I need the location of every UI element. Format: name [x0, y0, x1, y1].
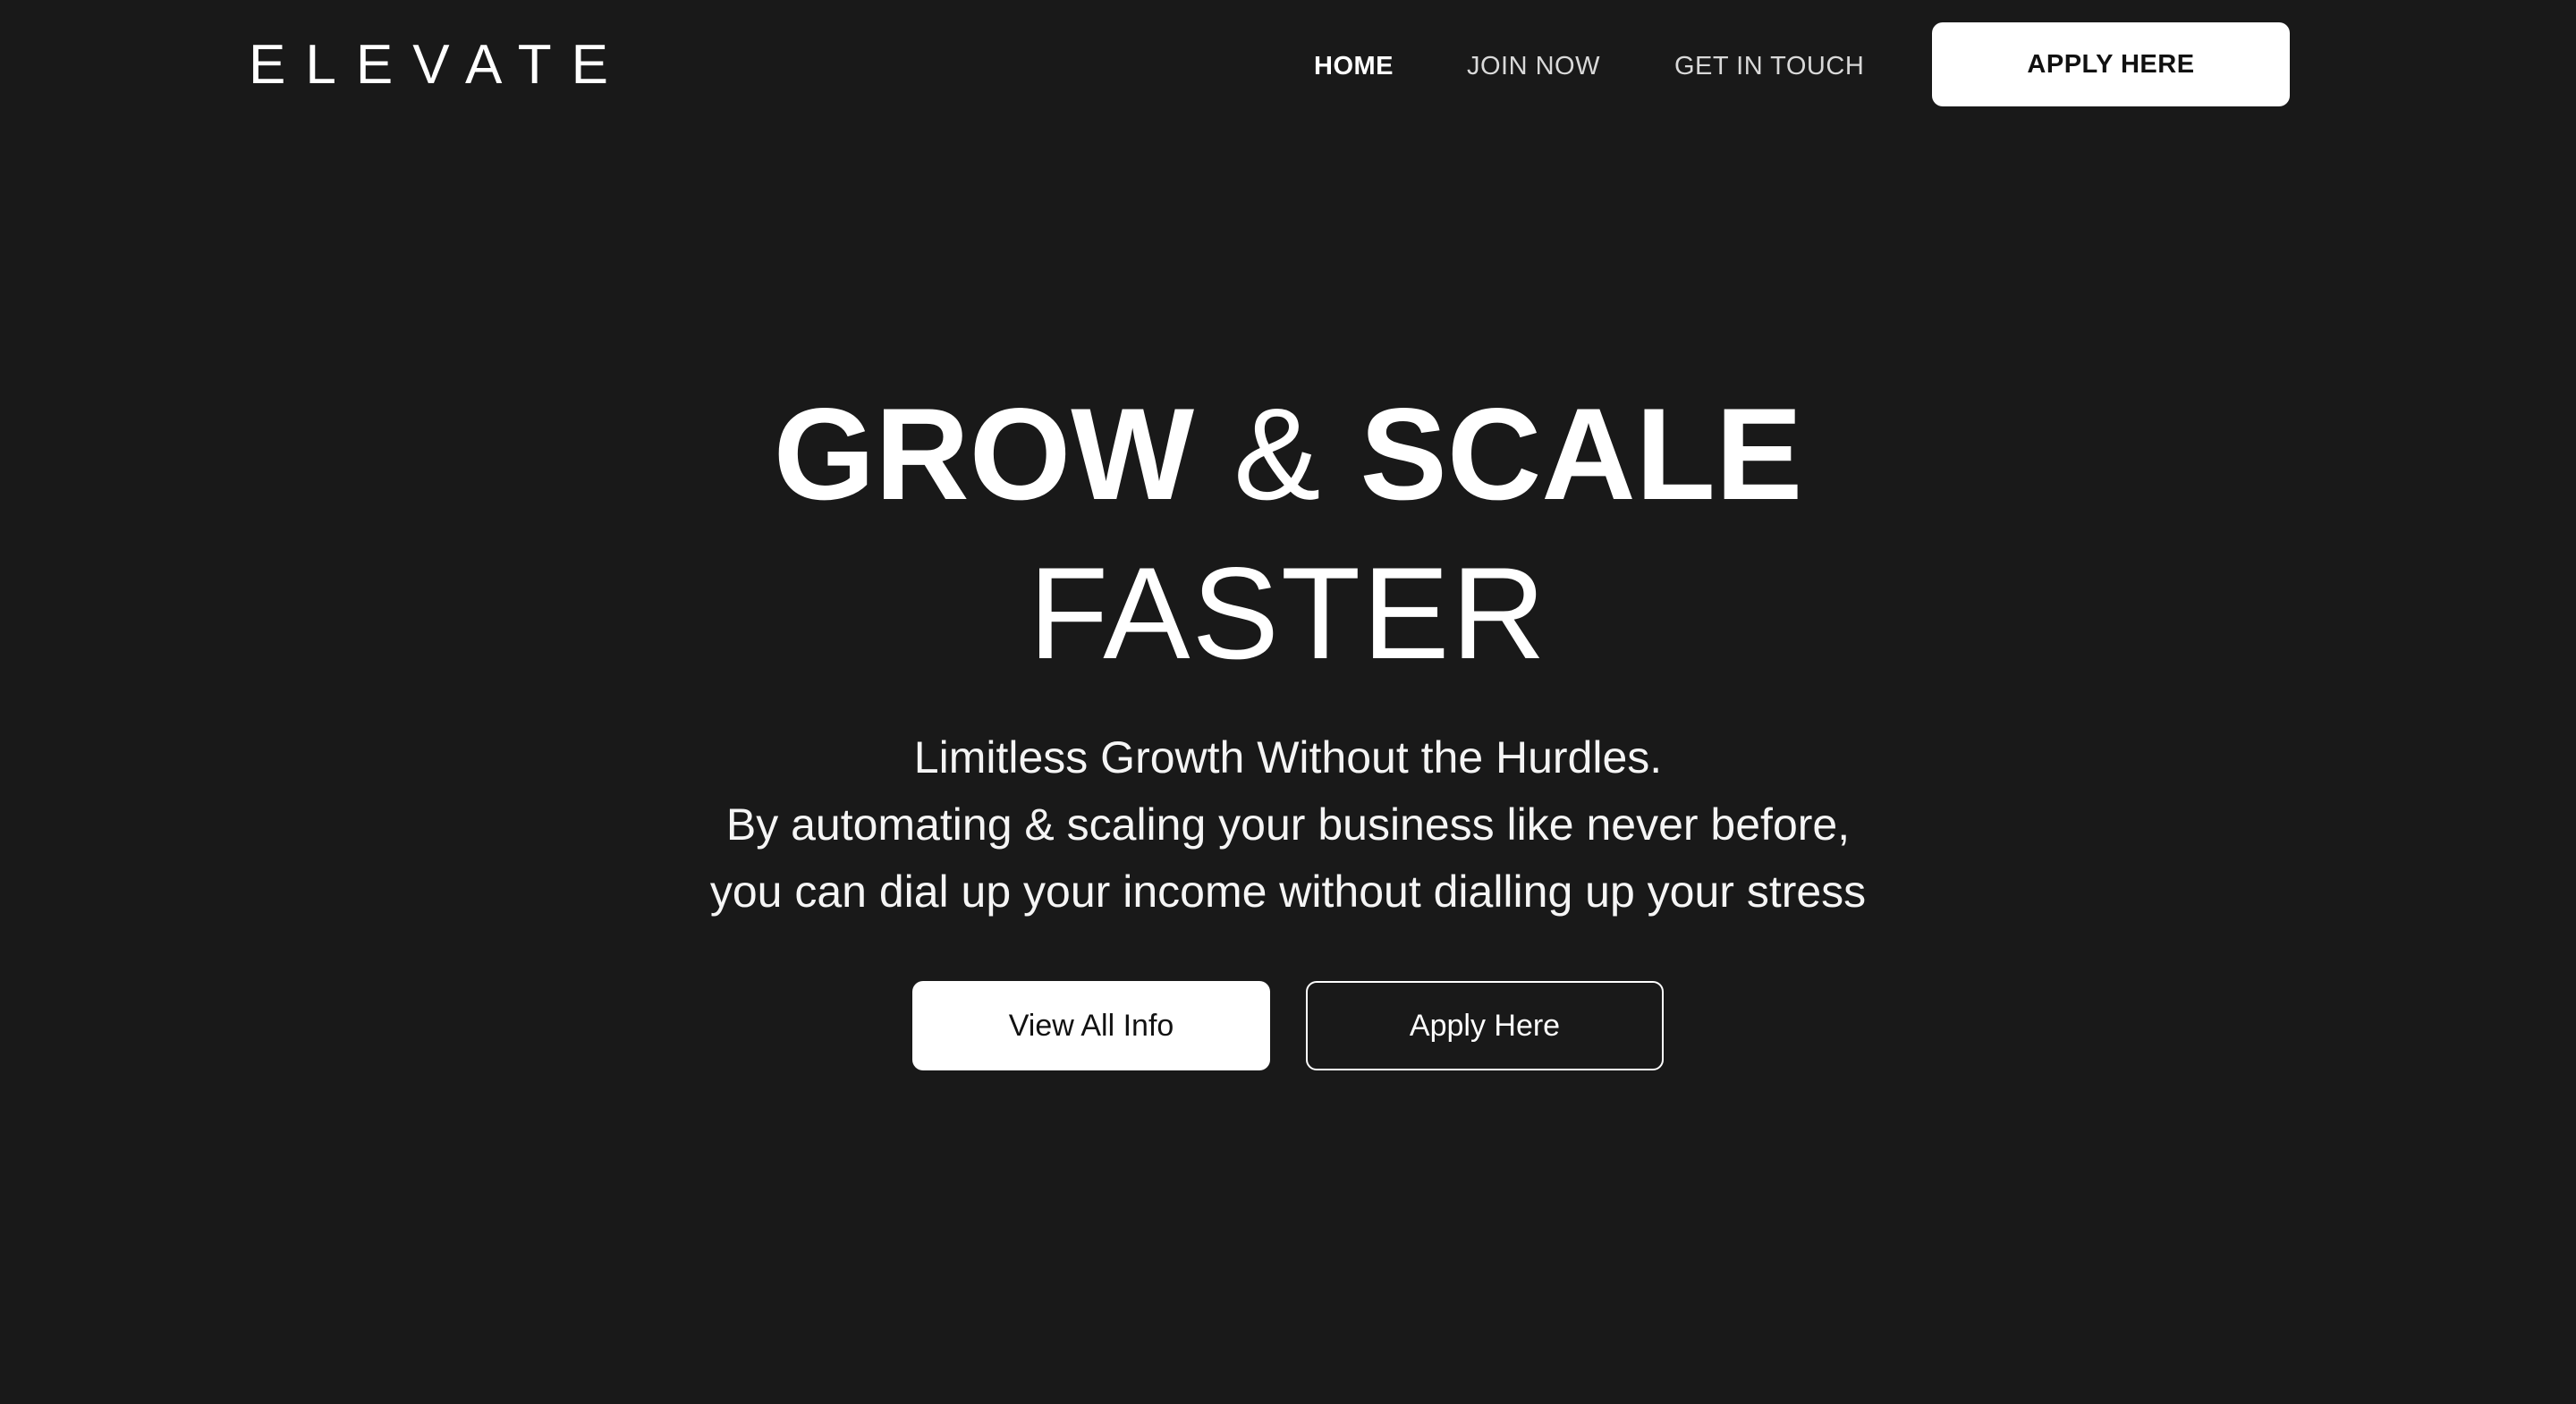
hero-subtitle-line-1: Limitless Growth Without the Hurdles.	[913, 732, 1663, 782]
apply-here-button[interactable]: Apply Here	[1306, 981, 1664, 1070]
hero-subtitle-line-2: By automating & scaling your business li…	[725, 799, 1851, 850]
nav-home-link[interactable]: HOME	[1314, 43, 1394, 89]
hero-subtitle-line-3: you can dial up your income without dial…	[709, 867, 1867, 917]
view-all-info-button[interactable]: View All Info	[912, 981, 1270, 1070]
hero-title-scale: SCALE	[1360, 381, 1803, 527]
hero-title-grow: GROW	[773, 381, 1195, 527]
apply-here-header-button[interactable]: APPLY HERE	[1932, 22, 2290, 106]
hero-title-ampersand: &	[1233, 381, 1321, 527]
hero-title-line-1: GROW & SCALE	[0, 383, 2576, 526]
nav-join-now-link[interactable]: JOIN NOW	[1467, 43, 1600, 89]
hero-title-line-2: FASTER	[1029, 540, 1547, 686]
nav-get-in-touch-link[interactable]: GET IN TOUCH	[1674, 43, 1864, 89]
elevate-logo[interactable]: ELEVATE	[249, 34, 628, 97]
landing-page: ELEVATE HOME JOIN NOW GET IN TOUCH APPLY…	[0, 0, 2576, 1404]
